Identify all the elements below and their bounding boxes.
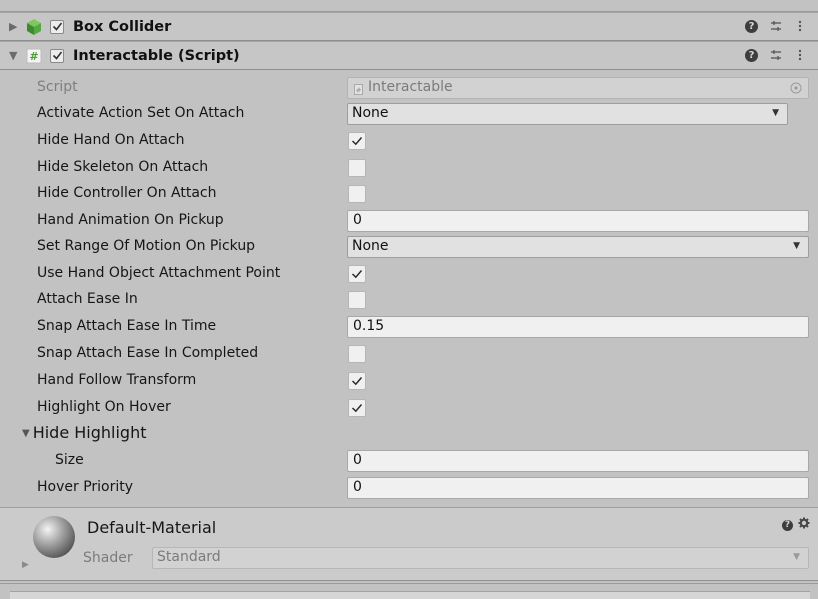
property-highlight-on-hover: Highlight On Hover [0,395,818,421]
dropdown-arrow-icon: ▼ [772,108,779,118]
property-label: Size [55,452,84,468]
component-header-interactable[interactable]: ▼ # Interactable (Script) ? [0,41,818,70]
component-title: Interactable (Script) [73,47,240,64]
property-range-of-motion: Set Range Of Motion On Pickup None ▼ [0,234,818,260]
property-label: Use Hand Object Attachment Point [37,265,281,281]
property-label: Snap Attach Ease In Completed [37,345,259,361]
hide-hand-checkbox[interactable] [348,132,366,150]
cube-icon [25,18,43,36]
property-label: Hide Hand On Attach [37,132,185,148]
kebab-icon[interactable] [794,19,806,33]
preset-icon[interactable] [770,48,782,62]
bottom-bar [0,583,818,599]
property-snap-ease-completed: Snap Attach Ease In Completed [0,341,818,367]
size-input[interactable]: 0 [347,450,809,472]
svg-text:#: # [29,50,38,63]
material-preview-sphere [33,516,75,558]
script-file-icon: # [354,83,363,99]
property-label: Attach Ease In [37,291,138,307]
property-label: Activate Action Set On Attach [37,105,245,121]
property-label: Snap Attach Ease In Time [37,318,217,334]
dropdown-arrow-icon: ▼ [793,241,800,251]
script-icon: # [25,47,43,65]
shader-label: Shader [83,550,133,566]
range-of-motion-dropdown[interactable]: None ▼ [347,236,809,258]
property-label: Set Range Of Motion On Pickup [37,238,256,254]
svg-text:#: # [356,87,362,95]
property-attach-ease-in: Attach Ease In [0,287,818,313]
property-hand-animation: Hand Animation On Pickup 0 [0,208,818,234]
add-component-area [10,591,810,599]
foldout-label: Hide Highlight [32,423,147,442]
foldout-collapsed-icon[interactable]: ▶ [22,560,29,570]
activate-action-set-dropdown[interactable]: None ▼ [347,103,788,125]
script-object-field[interactable]: # Interactable [347,77,809,99]
material-name: Default-Material [87,518,217,537]
property-activate-action-set: Activate Action Set On Attach None ▼ [0,101,818,127]
kebab-icon[interactable] [794,48,806,62]
dropdown-arrow-icon: ▼ [793,552,800,562]
attach-ease-in-checkbox[interactable] [348,291,366,309]
shader-dropdown[interactable]: Standard ▼ [152,547,809,569]
enabled-checkbox[interactable] [50,48,64,63]
property-label: Hand Animation On Pickup [37,212,224,228]
top-strip [0,0,818,12]
snap-ease-time-input[interactable]: 0.15 [347,316,809,338]
use-attachment-point-checkbox[interactable] [348,265,366,283]
property-hand-follow-transform: Hand Follow Transform [0,368,818,394]
material-section: Default-Material Shader Standard ▼ ▶ ? [0,507,818,581]
property-label: Hide Skeleton On Attach [37,159,209,175]
property-snap-ease-time: Snap Attach Ease In Time 0.15 [0,314,818,340]
hover-priority-input[interactable]: 0 [347,477,809,499]
component-title: Box Collider [73,18,172,35]
foldout-expanded-icon[interactable]: ▼ [22,428,30,439]
object-picker-icon[interactable] [790,82,802,98]
foldout-collapsed-icon[interactable]: ▶ [9,21,19,32]
enabled-checkbox[interactable] [50,19,64,34]
property-hover-priority: Hover Priority 0 [0,475,818,501]
property-size: Size 0 [0,448,818,474]
preset-icon[interactable] [770,19,782,33]
property-label: Hand Follow Transform [37,372,197,388]
hand-follow-transform-checkbox[interactable] [348,372,366,390]
property-hide-highlight-foldout[interactable]: ▼ Hide Highlight [0,421,818,447]
hand-animation-input[interactable]: 0 [347,210,809,232]
property-label: Hide Controller On Attach [37,185,217,201]
highlight-on-hover-checkbox[interactable] [348,399,366,417]
property-label: Hover Priority [37,479,134,495]
gear-icon[interactable] [798,517,810,533]
property-script: Script # Interactable [0,75,818,101]
property-label: Highlight On Hover [37,399,171,415]
properties-panel: Script # Interactable Activate Action Se… [0,71,818,505]
property-use-attachment-point: Use Hand Object Attachment Point [0,261,818,287]
snap-ease-completed-checkbox[interactable] [348,345,366,363]
foldout-expanded-icon[interactable]: ▼ [9,50,19,61]
property-label: Script [37,79,78,95]
help-icon[interactable]: ? [745,19,758,33]
help-icon[interactable]: ? [745,48,758,62]
component-header-box-collider[interactable]: ▶ Box Collider ? [0,12,818,41]
hide-skeleton-checkbox[interactable] [348,159,366,177]
property-hide-controller: Hide Controller On Attach [0,181,818,207]
help-icon[interactable]: ? [782,519,793,531]
property-hide-hand: Hide Hand On Attach [0,128,818,154]
hide-controller-checkbox[interactable] [348,185,366,203]
property-hide-skeleton: Hide Skeleton On Attach [0,155,818,181]
